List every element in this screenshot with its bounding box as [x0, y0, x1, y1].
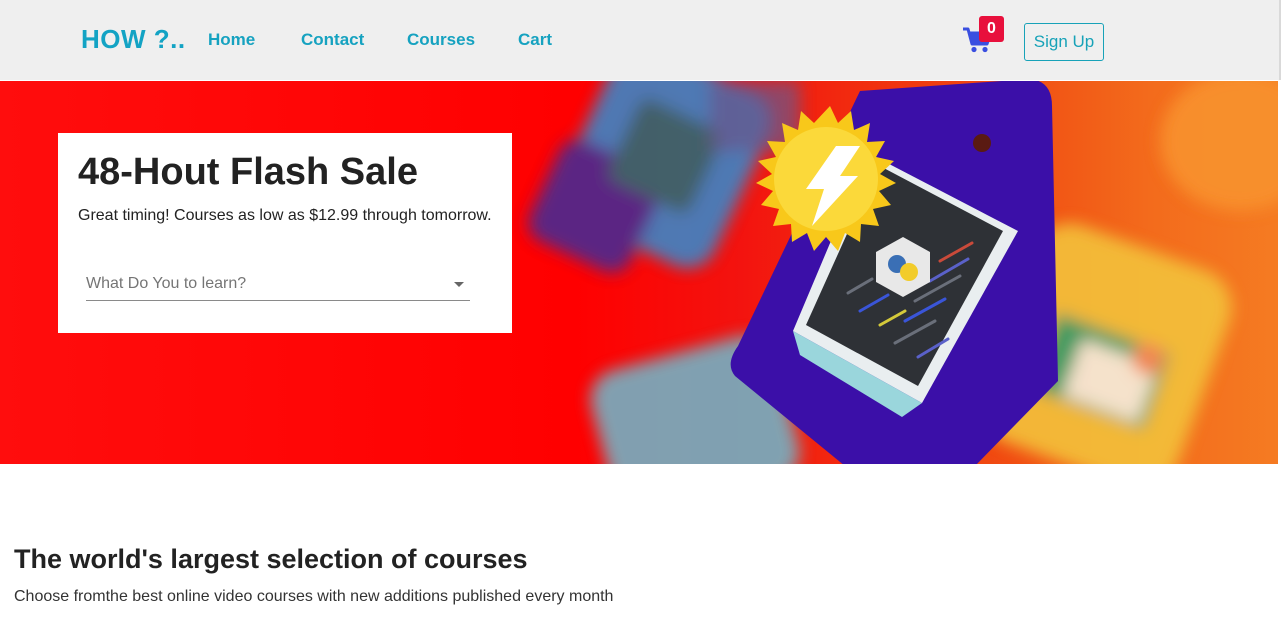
flash-sale-card: 48-Hout Flash Sale Great timing! Courses…	[58, 133, 512, 333]
course-select-dropdown[interactable]: What Do You to learn?	[86, 265, 470, 301]
caret-down-icon	[454, 282, 464, 287]
navbar: HOW ?.. Home Contact Courses Cart 0 Sign…	[0, 0, 1281, 80]
course-select-placeholder: What Do You to learn?	[86, 275, 247, 292]
nav-link-courses[interactable]: Courses	[407, 30, 475, 50]
section-title: The world's largest selection of courses	[14, 544, 528, 574]
sign-up-button[interactable]: Sign Up	[1024, 23, 1104, 61]
hero-banner: 48-Hout Flash Sale Great timing! Courses…	[0, 81, 1278, 464]
nav-link-home[interactable]: Home	[208, 30, 255, 50]
nav-link-cart[interactable]: Cart	[518, 30, 552, 50]
cart-count-badge: 0	[979, 16, 1004, 42]
sale-subtitle: Great timing! Courses as low as $12.99 t…	[78, 207, 492, 224]
brand-logo[interactable]: HOW ?..	[81, 24, 186, 55]
section-subtitle: Choose fromthe best online video courses…	[14, 588, 614, 605]
nav-link-contact[interactable]: Contact	[301, 30, 364, 50]
sale-title: 48-Hout Flash Sale	[78, 151, 418, 193]
